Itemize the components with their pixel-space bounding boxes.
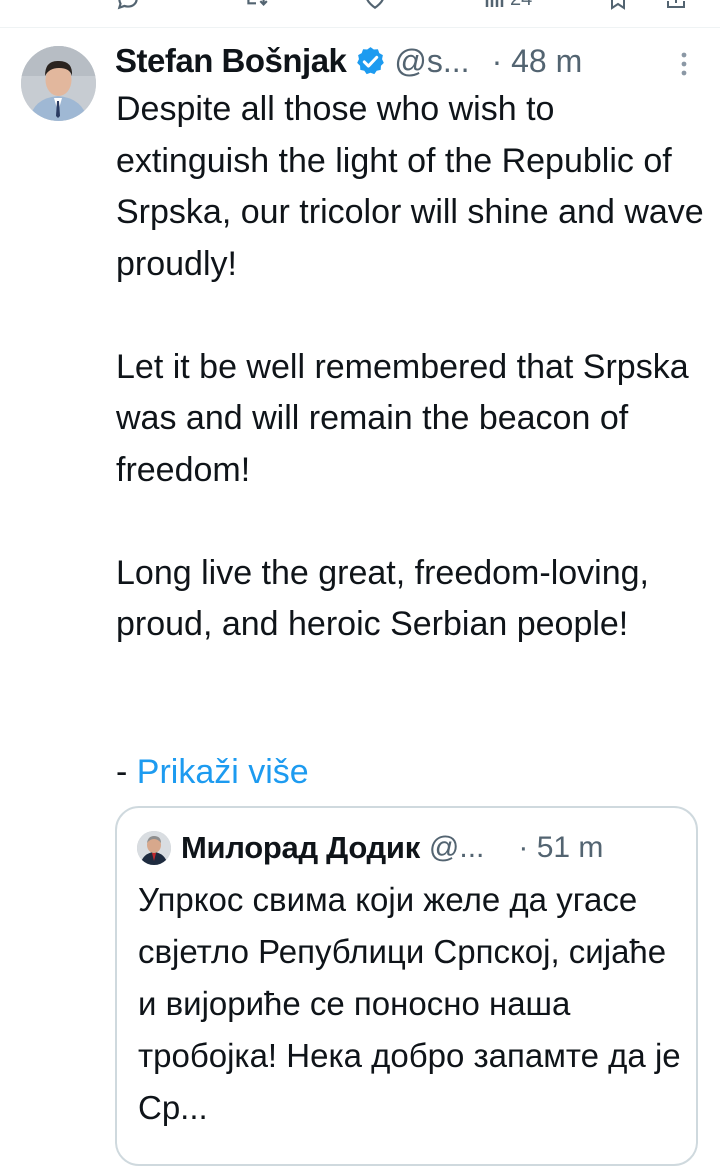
quoted-tweet-card[interactable]: Милорад Додик @... · 51 m Упркос свима к…	[115, 806, 698, 1166]
show-more-link[interactable]: Prikaži više	[137, 753, 309, 791]
retweet-icon[interactable]	[242, 0, 270, 12]
quoted-author-name: Милорад Додик	[181, 830, 420, 865]
views-icon	[485, 0, 504, 7]
tweet-timestamp[interactable]: · 48 m	[492, 43, 583, 80]
author-avatar[interactable]	[21, 46, 96, 121]
quoted-tweet-timestamp: · 51 m	[518, 831, 604, 864]
quoted-tweet-header: Милорад Додик @... · 51 m	[137, 828, 687, 868]
bookmark-icon[interactable]	[606, 0, 630, 12]
tweet-body: Despite all those who wish to extinguish…	[116, 84, 706, 702]
divider	[0, 27, 720, 28]
share-icon[interactable]	[664, 0, 688, 12]
tweet-action-bar: 24	[0, 0, 720, 26]
author-name[interactable]: Stefan Bošnjak	[115, 42, 347, 80]
quoted-author-avatar	[137, 831, 171, 865]
verified-badge-icon	[357, 46, 385, 74]
tweet-paragraph: Long live the great, freedom-loving, pro…	[116, 553, 649, 644]
author-handle[interactable]: @s...	[394, 43, 469, 80]
views-count: 24	[510, 0, 532, 11]
more-options-icon[interactable]	[674, 50, 694, 78]
quoted-tweet-text: Упркос свима који желе да угасе свјетло …	[138, 881, 681, 1126]
reply-icon[interactable]	[115, 0, 141, 12]
avatar-photo	[21, 46, 96, 121]
show-more-row: - Prikaži više	[116, 749, 309, 795]
quoted-author-handle: @...	[428, 831, 485, 864]
quoted-avatar-photo	[137, 831, 171, 865]
show-more-prefix: -	[116, 753, 137, 791]
tweet-paragraph: Let it be well remembered that Srpska wa…	[116, 347, 689, 489]
like-icon[interactable]	[362, 0, 388, 12]
tweet-header: Stefan Bošnjak @s... · 48 m	[115, 38, 700, 84]
tweet-paragraph: Despite all those who wish to extinguish…	[116, 90, 704, 283]
views-button[interactable]: 24	[482, 0, 532, 12]
